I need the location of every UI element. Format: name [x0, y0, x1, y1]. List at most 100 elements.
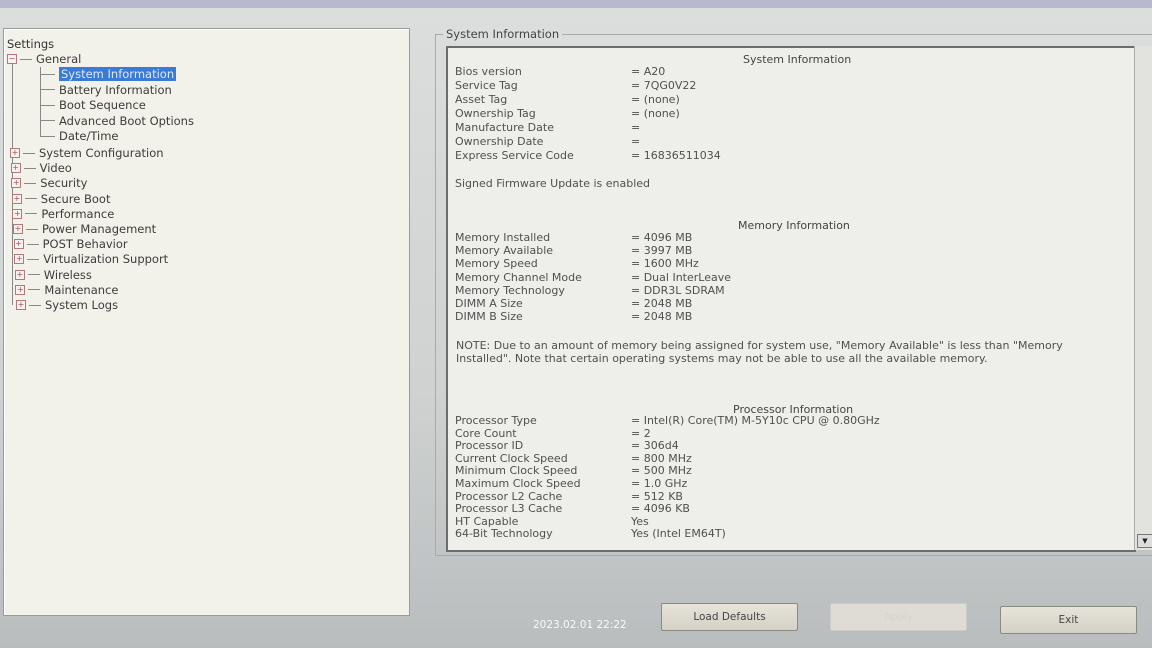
memory-info-row: Memory Channel Mode = Dual InterLeave — [455, 271, 731, 284]
tree-connector — [41, 104, 55, 106]
tree-item-label: Performance — [41, 206, 115, 221]
apply-button[interactable]: Apply — [830, 603, 967, 631]
tree-item-wireless[interactable]: + Wireless — [14, 268, 92, 282]
info-value: = — [631, 135, 641, 148]
tree-item-label: POST Behavior — [42, 237, 128, 252]
info-label: Ownership Date — [455, 135, 544, 148]
system-info-row: Ownership Tag = (none) — [455, 107, 680, 120]
info-value: = 4096 MB — [631, 231, 693, 244]
tree-item-label: Secure Boot — [40, 191, 111, 206]
expand-icon[interactable]: + — [10, 148, 20, 158]
exit-button[interactable]: Exit — [1000, 606, 1137, 634]
info-label: DIMM A Size — [455, 297, 523, 310]
scroll-down-arrow-icon[interactable]: ▼ — [1137, 534, 1152, 548]
info-value: = Intel(R) Core(TM) M-5Y10c CPU @ 0.80GH… — [631, 414, 880, 427]
info-label: Memory Technology — [455, 283, 565, 297]
info-label: DIMM B Size — [455, 310, 523, 324]
expand-icon[interactable]: + — [13, 239, 24, 250]
system-info-row: Express Service Code = 16836511034 — [455, 149, 721, 162]
processor-info-row: Current Clock Speed = 800 MHz — [455, 452, 692, 465]
info-label: Manufacture Date — [455, 121, 554, 134]
info-label: Processor L2 Cache — [455, 489, 563, 503]
tree-item-date-time[interactable]: Date/Time — [41, 129, 119, 143]
processor-info-row: Maximum Clock Speed = 1.0 GHz — [455, 477, 687, 490]
expand-icon[interactable]: + — [14, 269, 25, 280]
info-value: = 800 MHz — [631, 451, 692, 465]
info-value: = 306d4 — [631, 439, 679, 453]
info-label: Service Tag — [455, 79, 518, 92]
tree-item-post-behavior[interactable]: + POST Behavior — [13, 237, 128, 252]
expand-icon[interactable]: + — [11, 193, 22, 204]
tree-connector — [20, 58, 32, 60]
info-value: = — [631, 121, 641, 134]
info-content: System Information Signed Firmware Updat… — [446, 46, 1136, 552]
tree-item-power-management[interactable]: + Power Management — [13, 222, 156, 236]
tree-item-label: System Information — [59, 67, 177, 81]
tree-item-video[interactable]: + Video — [10, 161, 72, 176]
info-label: Memory Available — [455, 244, 554, 258]
system-info-row: Ownership Date = — [455, 135, 640, 148]
tree-item-virtualization-support[interactable]: + Virtualization Support — [14, 252, 168, 266]
info-value: = 500 MHz — [631, 464, 692, 478]
info-label: Bios version — [455, 65, 522, 78]
tree-connector — [23, 152, 35, 154]
system-info-row: Asset Tag = (none) — [455, 93, 680, 106]
info-value: = 3997 MB — [631, 244, 693, 258]
settings-tree[interactable]: Settings − General System Information Batt… — [3, 28, 410, 616]
tree-root-settings: Settings — [7, 37, 55, 51]
scrollbar[interactable]: ▼ — [1134, 46, 1152, 550]
expand-icon[interactable]: + — [15, 284, 26, 295]
info-label: Memory Channel Mode — [455, 270, 582, 284]
tree-item-battery-information[interactable]: Battery Information — [41, 83, 172, 97]
tree-connector — [26, 243, 39, 245]
tree-connector — [26, 228, 38, 230]
tree-item-label: Video — [39, 161, 72, 176]
system-info-row: Manufacture Date = — [455, 121, 640, 134]
info-value: = 7QG0V22 — [631, 79, 697, 92]
top-bar — [0, 0, 1152, 8]
info-label: 64-Bit Technology — [455, 527, 553, 541]
tree-item-system-logs[interactable]: + System Logs — [16, 298, 118, 312]
memory-info-row: Memory Installed = 4096 MB — [455, 231, 692, 244]
tree-item-label: Advanced Boot Options — [59, 113, 194, 128]
system-info-row: Bios version = A20 — [455, 65, 665, 78]
tree-item-label: System Logs — [45, 298, 119, 312]
info-value: = 2048 MB — [631, 310, 693, 324]
info-value: = 2048 MB — [631, 297, 693, 310]
tree-connector — [41, 89, 55, 90]
tree-item-performance[interactable]: + Performance — [12, 207, 114, 221]
memory-info-row: Memory Speed = 1600 MHz — [455, 257, 699, 270]
collapse-icon[interactable]: − — [7, 54, 17, 64]
expand-icon[interactable]: + — [14, 254, 25, 265]
tree-item-advanced-boot-options[interactable]: Advanced Boot Options — [41, 114, 194, 128]
info-label: Processor L3 Cache — [455, 502, 563, 516]
tree-item-boot-sequence[interactable]: Boot Sequence — [41, 98, 146, 112]
expand-icon[interactable]: + — [10, 163, 21, 174]
tree-item-secure-boot[interactable]: + Secure Boot — [11, 191, 111, 206]
expand-icon[interactable]: + — [12, 208, 23, 219]
info-value: = (none) — [631, 93, 680, 106]
processor-info-row: Processor ID = 306d4 — [455, 439, 679, 452]
load-defaults-button[interactable]: Load Defaults — [661, 603, 798, 631]
tree-item-general[interactable]: − General — [7, 52, 81, 66]
processor-info-row: Processor Type = Intel(R) Core(TM) M-5Y10… — [455, 414, 880, 427]
expand-icon[interactable]: + — [13, 224, 23, 234]
info-value: = 1.0 GHz — [631, 477, 688, 490]
processor-info-row: Minimum Clock Speed = 500 MHz — [455, 464, 692, 477]
info-label: Ownership Tag — [455, 107, 536, 120]
tree-item-maintenance[interactable]: + Maintenance — [15, 283, 118, 297]
tree-connector — [24, 182, 37, 184]
tree-item-label: Maintenance — [44, 282, 119, 297]
tree-item-security[interactable]: + Security — [11, 176, 87, 190]
section-title-memory: Memory Information — [738, 219, 850, 232]
tree-item-system-information[interactable]: System Information — [41, 67, 177, 81]
expand-icon[interactable]: + — [16, 300, 26, 310]
processor-info-row: Processor L3 Cache = 4096 KB — [455, 502, 690, 515]
tree-item-label: Security — [40, 176, 88, 191]
tree-item-system-configuration[interactable]: + System Configuration — [10, 146, 164, 160]
expand-icon[interactable]: + — [11, 178, 22, 189]
tree-item-label: General — [36, 52, 82, 66]
info-value: = 1600 MHz — [631, 257, 699, 271]
info-value: = (none) — [631, 107, 680, 120]
processor-info-row: HT Capable Yes — [455, 515, 649, 528]
